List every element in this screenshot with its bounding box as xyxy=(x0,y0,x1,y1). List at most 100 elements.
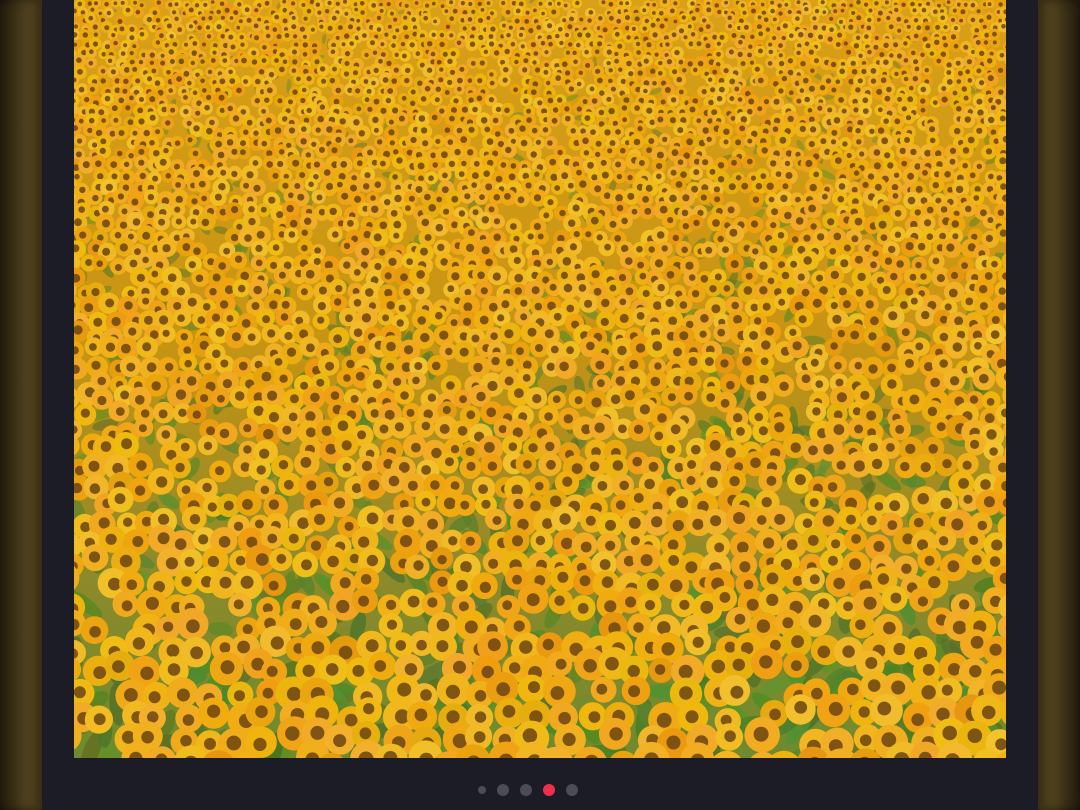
page-dot-5[interactable] xyxy=(566,784,578,796)
sunflower-field-photo[interactable] xyxy=(74,0,1006,758)
sunflower xyxy=(750,383,774,407)
sunflower xyxy=(591,135,607,151)
sunflower xyxy=(380,468,406,494)
sunflower xyxy=(832,190,848,207)
sunflower xyxy=(198,56,209,67)
sunflower xyxy=(231,83,246,97)
sunflower xyxy=(909,587,934,613)
sunflower xyxy=(95,213,115,233)
page-dot-4[interactable] xyxy=(543,784,555,796)
sunflower xyxy=(816,81,830,95)
image-card xyxy=(42,0,1038,810)
sunflower xyxy=(639,203,655,220)
sunflower xyxy=(890,204,907,222)
sunflower xyxy=(940,22,951,33)
sunflower xyxy=(147,468,175,495)
sunflower xyxy=(275,308,294,327)
sunflower xyxy=(417,92,431,106)
sunflower xyxy=(158,325,176,343)
sunflower xyxy=(534,230,549,245)
sunflower xyxy=(281,527,306,551)
sunflower xyxy=(785,694,816,725)
sunflower xyxy=(550,505,578,533)
sunflower xyxy=(824,338,843,356)
sunflower xyxy=(555,37,567,49)
sunflower xyxy=(665,5,678,17)
sunflower xyxy=(414,417,435,438)
sunflower xyxy=(621,676,651,706)
sunflower xyxy=(701,241,718,258)
sunflower xyxy=(541,253,558,269)
sunflower xyxy=(529,338,550,358)
sunflower xyxy=(428,158,442,172)
sunflower xyxy=(465,38,479,52)
sunflower xyxy=(128,452,154,478)
sunflower xyxy=(226,13,236,23)
sunflower xyxy=(134,417,154,437)
sunflower xyxy=(197,435,218,456)
sunflower xyxy=(498,74,511,87)
sunflower xyxy=(227,165,242,181)
sunflower xyxy=(918,5,930,16)
sunflower xyxy=(121,102,134,115)
sunflower xyxy=(881,585,908,612)
sunflower xyxy=(538,123,552,137)
sunflower xyxy=(520,93,533,107)
sunflower xyxy=(816,693,851,728)
sunflower xyxy=(661,438,682,460)
sunflower xyxy=(483,13,494,24)
sunflower xyxy=(822,474,846,498)
sunflower xyxy=(251,31,264,44)
sunflower xyxy=(515,121,531,137)
sunflower xyxy=(234,22,244,32)
sunflower xyxy=(530,530,553,553)
sunflower xyxy=(261,323,281,344)
sunflower xyxy=(639,85,651,96)
sunflower xyxy=(611,28,624,41)
sunflower xyxy=(334,432,359,457)
sunflower xyxy=(352,103,364,115)
sunflower xyxy=(561,1,571,11)
sunflower xyxy=(628,133,645,150)
sunflower xyxy=(731,135,746,150)
sunflower xyxy=(456,64,469,77)
sunflower xyxy=(331,83,345,97)
sunflower xyxy=(639,5,650,15)
sunflower xyxy=(373,12,385,24)
page-dot-3[interactable] xyxy=(520,784,532,796)
sunflower xyxy=(632,47,644,58)
sunflower xyxy=(349,66,362,78)
sunflower xyxy=(849,613,875,639)
sunflower xyxy=(391,153,408,170)
sunflower xyxy=(74,133,87,147)
sunflower xyxy=(865,6,875,16)
sunflower xyxy=(725,607,752,633)
blurred-backdrop-right xyxy=(1038,0,1080,810)
page-dot-2[interactable] xyxy=(497,784,509,796)
sunflower xyxy=(723,177,740,195)
sunflower xyxy=(634,122,647,136)
sunflower xyxy=(849,166,863,180)
sunflower xyxy=(315,143,329,158)
sunflower xyxy=(85,57,97,69)
sunflower xyxy=(251,20,263,32)
sunflower xyxy=(136,225,156,245)
sunflower xyxy=(137,252,154,268)
sunflower xyxy=(713,324,732,343)
sunflower xyxy=(873,15,883,25)
sunflower xyxy=(952,57,966,70)
sunflower xyxy=(689,12,700,24)
sunflower xyxy=(725,224,745,244)
sunflower xyxy=(345,134,358,147)
sunflower xyxy=(959,112,976,129)
sunflower xyxy=(964,433,987,456)
sunflower xyxy=(215,355,235,375)
sunflower xyxy=(649,28,662,41)
sunflower xyxy=(513,190,530,207)
sunflower xyxy=(591,46,603,57)
sunflower xyxy=(248,458,272,481)
sunflower xyxy=(209,460,232,483)
page-dot-1[interactable] xyxy=(478,786,486,794)
sunflower xyxy=(110,114,122,127)
sunflower xyxy=(107,486,134,513)
